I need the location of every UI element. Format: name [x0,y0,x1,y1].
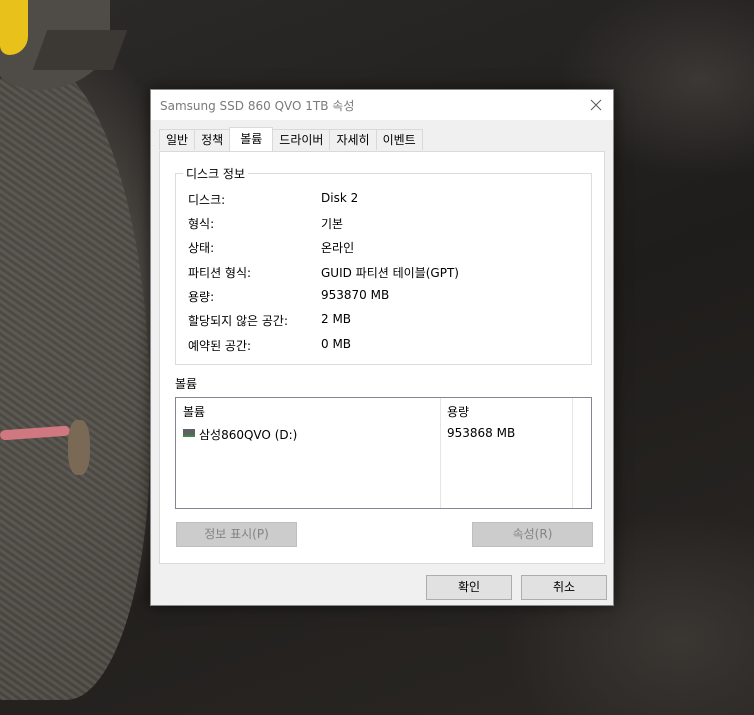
column-divider [572,398,573,508]
background-bird-body [0,60,150,700]
disk-value: Disk 2 [321,191,359,205]
close-icon [590,99,602,111]
background-bird-beak [0,0,28,55]
properties-dialog: Samsung SSD 860 QVO 1TB 속성 일반 정책 볼륨 드라이버… [150,89,614,606]
tab-driver[interactable]: 드라이버 [272,129,331,150]
status-label: 상태: [188,241,215,255]
tab-volumes[interactable]: 볼륨 [229,127,274,151]
tab-policies[interactable]: 정책 [194,129,231,150]
reserved-space-label: 예약된 공간: [188,339,252,353]
volumes-tab-panel: 디스크 정보 디스크: Disk 2 형식: 기본 상태: 온라인 파티션 형식… [159,151,605,564]
type-value: 기본 [321,217,344,231]
unallocated-space-label: 할당되지 않은 공간: [188,314,288,328]
disk-label: 디스크: [188,193,226,207]
volume-name: 삼성860QVO (D:) [199,428,298,442]
partition-style-value: GUID 파티션 테이블(GPT) [321,266,459,280]
volume-capacity: 953868 MB [447,426,516,440]
properties-button[interactable]: 속성(R) [472,522,593,547]
tab-strip: 일반 정책 볼륨 드라이버 자세히 이벤트 [159,127,423,151]
volumes-section-label: 볼륨 [175,377,198,391]
tab-general[interactable]: 일반 [159,129,196,150]
status-value: 온라인 [321,241,355,255]
drive-icon [183,429,195,437]
partition-style-label: 파티션 형식: [188,266,252,280]
unallocated-space-value: 2 MB [321,312,352,326]
type-label: 형식: [188,217,215,231]
column-header-capacity[interactable]: 용량 [447,403,469,420]
populate-button[interactable]: 정보 표시(P) [176,522,297,547]
background-bead [68,420,90,475]
ok-button[interactable]: 확인 [426,575,512,600]
capacity-value: 953870 MB [321,288,390,302]
tab-details[interactable]: 자세히 [329,129,377,150]
tab-events[interactable]: 이벤트 [375,129,423,150]
cancel-button[interactable]: 취소 [521,575,607,600]
disk-info-legend: 디스크 정보 [183,165,249,182]
volumes-list-header: 볼륨 용량 [176,398,591,420]
column-divider [440,398,441,508]
background-shadow [32,30,128,70]
table-row[interactable]: 삼성860QVO (D:) 953868 MB [176,424,591,442]
close-button[interactable] [579,90,613,120]
title-bar[interactable]: Samsung SSD 860 QVO 1TB 속성 [151,90,613,120]
reserved-space-value: 0 MB [321,337,352,351]
window-title: Samsung SSD 860 QVO 1TB 속성 [160,99,355,113]
volumes-list[interactable]: 볼륨 용량 삼성860QVO (D:) 953868 MB [175,397,592,509]
column-header-volume[interactable]: 볼륨 [183,403,205,420]
capacity-label: 용량: [188,290,215,304]
disk-info-group: 디스크 정보 디스크: Disk 2 형식: 기본 상태: 온라인 파티션 형식… [175,165,592,365]
